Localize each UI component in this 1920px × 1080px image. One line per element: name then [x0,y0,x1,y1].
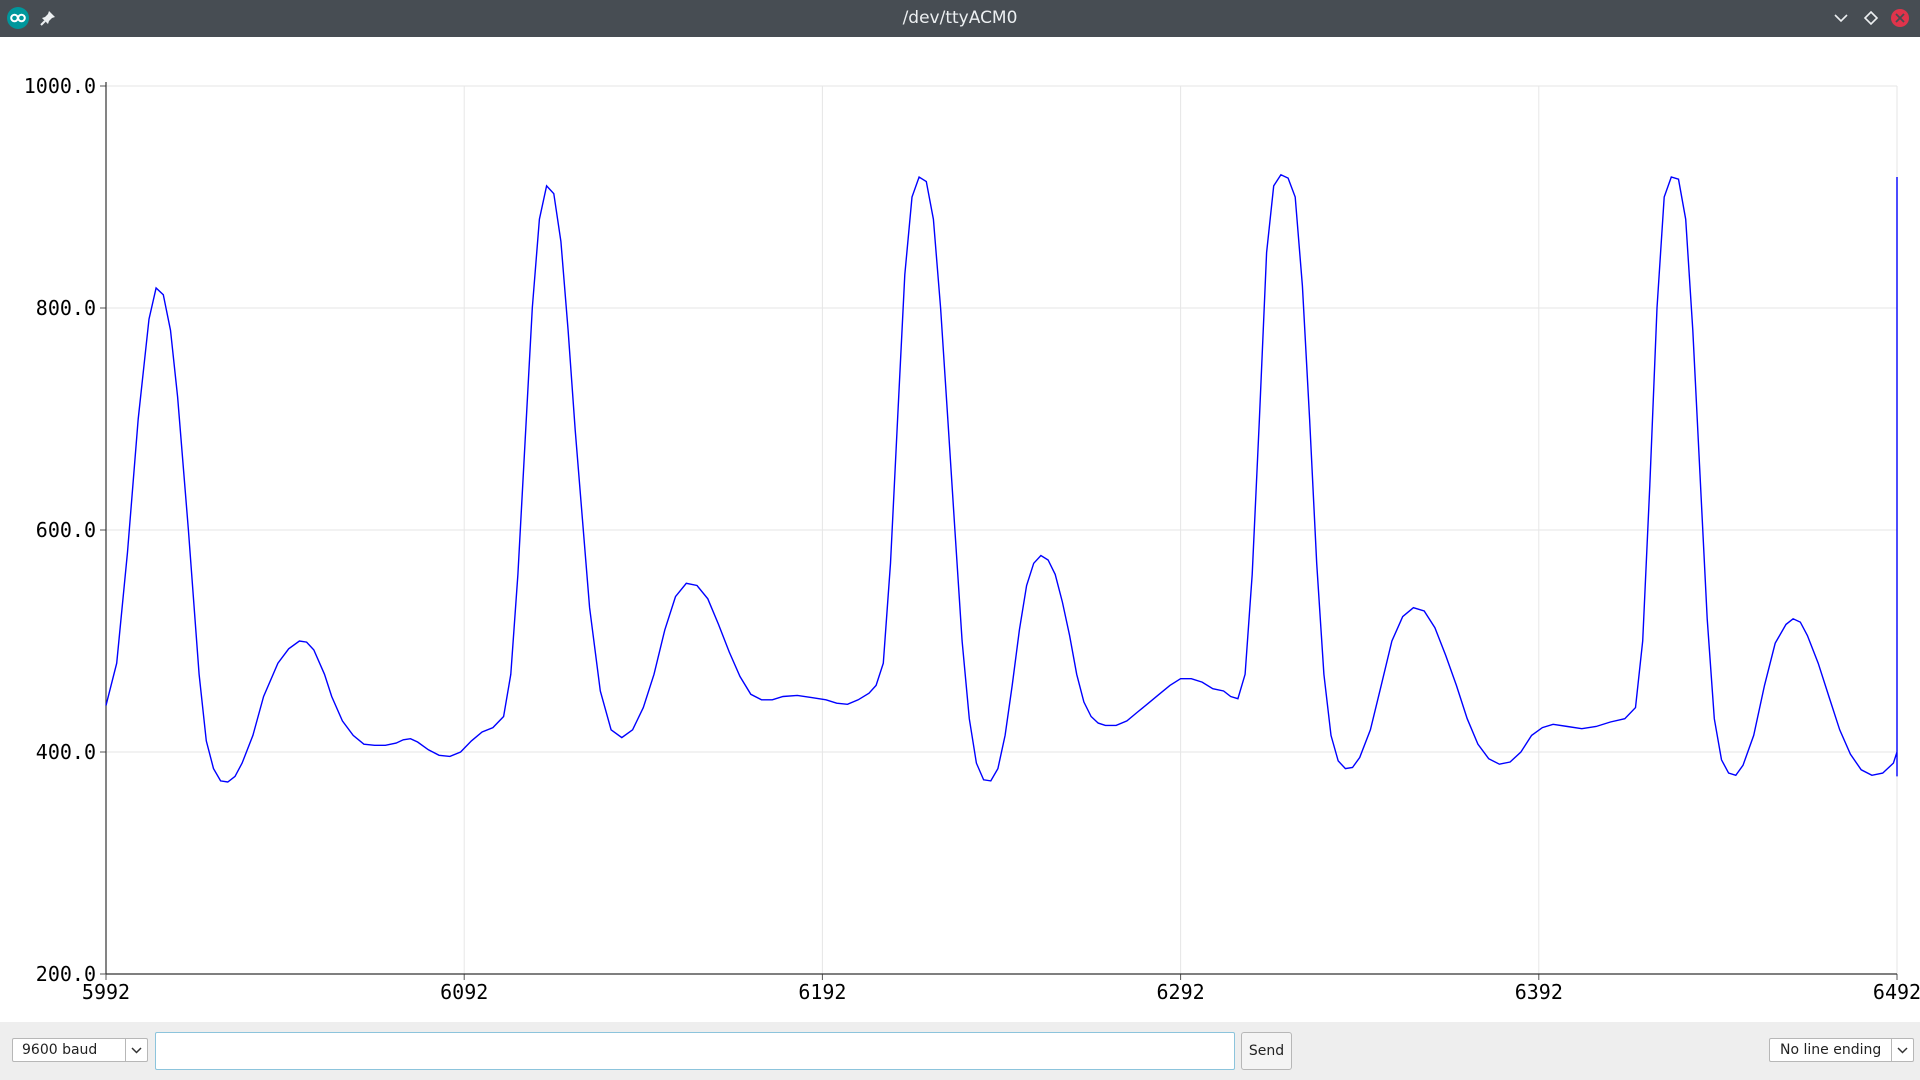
line-ending-select[interactable]: No line ending [1769,1038,1914,1062]
y-tick-label: 800.0 [36,296,96,320]
x-tick-label: 6192 [798,980,846,1004]
y-tick-label: 1000.0 [24,74,96,98]
title-bar: /dev/ttyACM0 [0,0,1920,37]
chevron-down-icon[interactable] [125,1039,147,1061]
serial-message-input[interactable] [155,1032,1235,1070]
y-tick-label: 600.0 [36,518,96,542]
line-ending-value: No line ending [1780,1042,1882,1058]
y-tick-label: 200.0 [36,962,96,986]
x-tick-label: 6092 [440,980,488,1004]
plot-svg: 5992 6092 6192 6292 6392 6492200.0400.0600.08… [24,74,1920,1004]
maximize-diamond-icon[interactable] [1861,8,1881,28]
x-tick-label: 6292 [1157,980,1205,1004]
x-tick-label: 6392 [1515,980,1563,1004]
baud-rate-select[interactable]: 9600 baud [12,1038,148,1062]
bottom-toolbar: 9600 baud Send No line ending [0,1022,1920,1080]
minimize-chevron-icon[interactable] [1831,8,1851,28]
chevron-down-icon[interactable] [1891,1039,1913,1061]
close-icon[interactable] [1890,8,1910,28]
x-tick-label: 6492 [1873,980,1920,1004]
baud-rate-value: 9600 baud [22,1042,98,1058]
serial-plotter-chart: 5992 6092 6192 6292 6392 6492 200.0 400.0 600.0 8… [0,37,1920,1022]
send-button[interactable]: Send [1241,1032,1292,1070]
y-tick-label: 400.0 [36,740,96,764]
window-title: /dev/ttyACM0 [902,8,1018,28]
series-line [105,173,1898,783]
